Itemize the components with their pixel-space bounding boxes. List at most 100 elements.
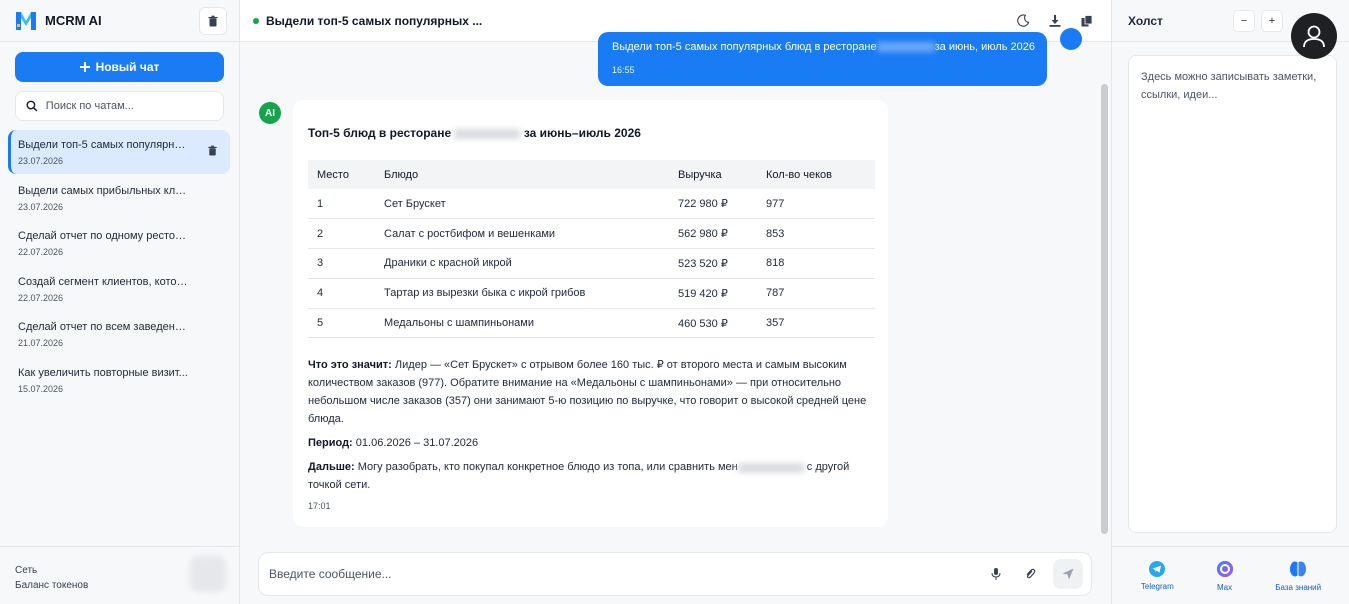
table-cell: 460 530 ₽ [669, 308, 757, 339]
user-message-text-part: Выдели топ-5 самых популярных блюд в рес… [612, 41, 877, 53]
chat-search [15, 91, 224, 121]
online-status-dot [253, 17, 259, 24]
ai-message: Топ-5 блюд в ресторане за июнь–июль 2026… [293, 100, 888, 527]
table-cell: 1 [308, 189, 375, 220]
knowledge-base-link[interactable]: База знаний [1275, 560, 1321, 592]
canvas-title: Холст [1128, 13, 1163, 28]
chat-date: 22.07.2026 [18, 292, 64, 303]
attach-button[interactable] [1019, 563, 1041, 585]
table-cell: 562 980 ₽ [669, 218, 757, 250]
meaning-label: Что это значит: [308, 359, 392, 372]
plus-icon [79, 62, 90, 72]
meaning-text: Лидер — «Сет Брускет» с отрывом более 16… [308, 359, 867, 426]
canvas-footer: Telegram Max База знаний [1112, 546, 1349, 604]
profile-avatar-button[interactable] [1291, 13, 1337, 59]
table-cell: 818 [757, 248, 875, 279]
table-cell: Сет Брускет [375, 189, 669, 220]
download-button[interactable] [1047, 13, 1063, 29]
chat-title-header: Выдели топ-5 самых популярных ... [266, 13, 483, 28]
user-message-text-part: за июнь, июль 2026 [934, 41, 1035, 53]
chat-list-item[interactable]: Выдели самых прибыльных кли... 23.07.202… [8, 176, 230, 220]
period-label: Период: [308, 437, 353, 450]
table-cell: 853 [757, 218, 875, 250]
period-paragraph: Период: 01.06.2026 – 31.07.2026 [308, 434, 874, 452]
table-cell: 787 [757, 278, 875, 309]
table-cell: Тартар из вырезки быка с икрой грибов [375, 278, 669, 309]
delete-chat-button[interactable] [207, 145, 218, 159]
chat-scrollbar[interactable] [1101, 84, 1108, 534]
new-chat-button[interactable]: Новый чат [15, 52, 224, 82]
next-paragraph: Дальше: Могу разобрать, кто покупал конк… [308, 458, 874, 494]
table-cell: 2 [308, 218, 375, 250]
table-cell: 4 [308, 278, 375, 309]
table-cell: Драники с красной икрой [375, 248, 669, 279]
table-row: 3 Драники с красной икрой 523 520 ₽ 818 [308, 248, 875, 279]
theme-toggle-button[interactable] [1015, 13, 1031, 29]
chat-date: 22.07.2026 [18, 247, 64, 258]
sidebar-header: MCRM AI [0, 0, 239, 42]
heading-part: Топ-5 блюд в ресторане [308, 126, 452, 140]
user-message: Выдели топ-5 самых популярных блюд в рес… [598, 32, 1047, 86]
brain-icon [1290, 561, 1307, 576]
telegram-icon [1149, 560, 1166, 577]
period-text: 01.06.2026 – 31.07.2026 [352, 437, 479, 450]
max-link[interactable]: Max [1216, 560, 1234, 592]
send-button[interactable] [1053, 559, 1083, 589]
redacted-block [190, 556, 226, 592]
chat-date: 15.07.2026 [18, 383, 64, 394]
table-row: 2 Салат с ростбифом и вешенками 562 980 … [308, 218, 875, 250]
redacted-text [876, 42, 935, 53]
zoom-in-button[interactable]: + [1261, 9, 1283, 32]
message-composer [258, 552, 1092, 596]
chat-list-item[interactable]: Сделай отчет по всем заведения... 21.07.… [8, 312, 230, 356]
search-input[interactable] [45, 100, 213, 112]
ai-avatar: AI [259, 102, 281, 124]
redacted-text [737, 462, 804, 473]
column-header: Блюдо [375, 160, 669, 189]
table-cell: 523 520 ₽ [669, 248, 757, 279]
table-cell: 977 [757, 189, 875, 220]
chat-title: Сделай отчет по одному рестора... [18, 230, 190, 243]
moon-icon [1016, 14, 1029, 27]
chat-title: Создай сегмент клиентов, котор... [18, 275, 190, 288]
chat-date: 23.07.2026 [18, 201, 64, 212]
sidebar: MCRM AI Новый чат Выдели топ-5 самых поп… [0, 0, 240, 604]
delete-all-button[interactable] [199, 6, 227, 35]
copy-button[interactable] [1079, 13, 1095, 29]
table-row: 4 Тартар из вырезки быка с икрой грибов … [308, 278, 875, 309]
column-header: Место [308, 160, 375, 189]
notes-input[interactable] [1141, 68, 1324, 520]
trash-icon [208, 15, 218, 26]
zoom-out-button[interactable]: − [1233, 9, 1255, 32]
message-input[interactable] [269, 567, 973, 581]
table-cell: 357 [757, 308, 875, 339]
top-dishes-table: Место Блюдо Выручка Кол-во чеков 1 Сет Б… [308, 160, 875, 339]
table-cell: 5 [308, 308, 375, 339]
telegram-link[interactable]: Telegram [1140, 560, 1174, 591]
table-cell: 3 [308, 248, 375, 279]
brand-logo-icon [16, 11, 36, 30]
user-message-time: 16:55 [612, 65, 635, 75]
chat-list-item[interactable]: Как увеличить повторные визит... 15.07.2… [8, 358, 230, 402]
voice-input-button[interactable] [985, 563, 1007, 585]
canvas-panel: Холст − + Telegram Max База знаний [1111, 0, 1349, 604]
microphone-icon [991, 568, 1001, 580]
next-label: Дальше: [308, 461, 355, 474]
telegram-label: Telegram [1140, 581, 1174, 591]
column-header: Выручка [669, 160, 757, 189]
chat-list-item[interactable]: Создай сегмент клиентов, котор... 22.07.… [8, 267, 230, 311]
chat-list-item[interactable]: Выдели топ-5 самых популярны... 23.07.20… [8, 130, 230, 174]
knowledge-base-label: База знаний [1275, 582, 1322, 592]
user-message-text: Выдели топ-5 самых популярных блюд в рес… [612, 41, 1035, 53]
ai-message-heading: Топ-5 блюд в ресторане за июнь–июль 2026 [308, 126, 874, 140]
paperclip-icon [1026, 568, 1036, 579]
chat-list: Выдели топ-5 самых популярны... 23.07.20… [8, 130, 230, 404]
heading-part: за июнь–июль 2026 [523, 126, 641, 140]
notes-area [1128, 55, 1337, 533]
redacted-text [454, 128, 521, 139]
table-row: 5 Медальоны с шампиньонами 460 530 ₽ 357 [308, 308, 875, 339]
download-icon [1049, 14, 1061, 27]
table-header-row: Место Блюдо Выручка Кол-во чеков [308, 160, 875, 189]
chat-title: Выдели самых прибыльных кли... [18, 184, 190, 197]
chat-list-item[interactable]: Сделай отчет по одному рестора... 22.07.… [8, 221, 230, 265]
